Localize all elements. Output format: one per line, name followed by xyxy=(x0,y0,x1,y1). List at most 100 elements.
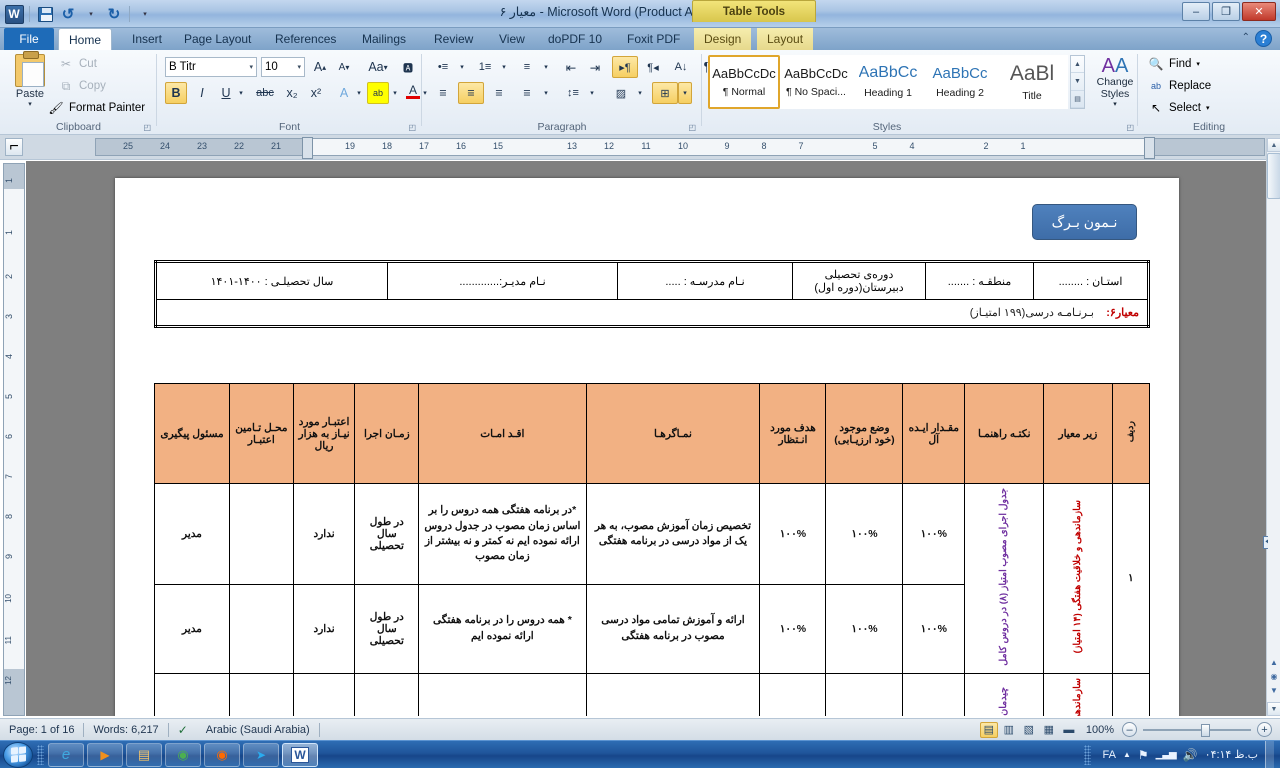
change-case-button[interactable]: Aa ▾ xyxy=(363,56,393,78)
scrollbar-thumb[interactable] xyxy=(1267,153,1280,199)
sort-button[interactable]: A↓ xyxy=(670,56,692,78)
align-left-button[interactable]: ≡ xyxy=(430,82,456,104)
bold-button[interactable]: B xyxy=(165,82,187,104)
line-spacing-button[interactable]: ↕≡ xyxy=(560,82,586,104)
show-hidden-icons-button[interactable]: ▲ xyxy=(1123,750,1131,759)
cell-sub-criterion[interactable]: سازماندهی و خلاقیت هفتگی (۱۴ امتیاز) xyxy=(1043,483,1113,674)
numbering-button[interactable]: 1≡ xyxy=(472,56,498,78)
tab-insert[interactable]: Insert xyxy=(122,28,172,50)
tab-view[interactable]: View xyxy=(489,28,535,50)
taskbar-folder[interactable]: ▤ xyxy=(126,742,162,767)
cell-indicator[interactable]: اختصاص زمان به دروس دارای تک زنگ در هر ه… xyxy=(585,672,761,716)
text-effects-dropdown[interactable]: ▾ xyxy=(353,82,365,104)
style-heading-1[interactable]: AaBbCc Heading 1 xyxy=(852,55,924,109)
cell-action[interactable]: *در برنامه هفتگی دروس دارای تک زنگ را من… xyxy=(418,672,587,716)
tab-design[interactable]: Design xyxy=(694,28,752,50)
taskbar-word[interactable]: W xyxy=(282,742,318,767)
view-draft-button[interactable]: ▬ xyxy=(1060,722,1078,738)
signal-bars-icon[interactable]: ▁▃▅ xyxy=(1156,749,1177,760)
cell-responsible[interactable]: مدیر xyxy=(154,672,230,716)
taskbar-firefox[interactable]: ◉ xyxy=(204,742,240,767)
help-button[interactable]: ? xyxy=(1255,30,1272,47)
view-web-layout-button[interactable]: ▧ xyxy=(1020,722,1038,738)
cut-button[interactable]: ✂ Cut xyxy=(58,56,97,72)
zoom-in-button[interactable]: + xyxy=(1257,722,1272,737)
align-right-button[interactable]: ≡ xyxy=(486,82,512,104)
multilevel-list-button[interactable]: ≡ xyxy=(514,56,540,78)
cell-indicator[interactable]: ارائه و آموزش تمامی مواد درسی مصوب در بر… xyxy=(585,583,761,674)
cell-academic-year[interactable]: سال تحصیلـی : ۱۴۰۰-۱۴۰۱ xyxy=(155,261,388,300)
cell-action[interactable]: * همه دروس را در برنامه هفتگی ارائه نمود… xyxy=(418,583,587,674)
cell-target[interactable]: ۱۰۰% xyxy=(759,483,827,585)
view-outline-button[interactable]: ▦ xyxy=(1040,722,1058,738)
style-title[interactable]: AaBl Title xyxy=(996,55,1068,109)
styles-dialog-launcher[interactable]: ◰ xyxy=(1126,123,1134,132)
language-indicator[interactable]: Arabic (Saudi Arabia) xyxy=(197,721,319,739)
horizontal-ruler[interactable]: ⌐ 25 24 23 22 21 19 18 17 16 15 13 12 11… xyxy=(0,135,1280,160)
bullets-button[interactable]: •≡ xyxy=(430,56,456,78)
taskbar-media-player[interactable]: ▶ xyxy=(87,742,123,767)
clipboard-dialog-launcher[interactable]: ◰ xyxy=(143,123,151,132)
taskbar-chrome[interactable]: ◉ xyxy=(165,742,201,767)
scroll-up-button[interactable]: ▲ xyxy=(1267,138,1280,152)
cell-radif[interactable]: ۲ xyxy=(1111,672,1151,716)
zoom-slider-thumb[interactable] xyxy=(1201,723,1210,737)
tab-mailings[interactable]: Mailings xyxy=(352,28,416,50)
borders-button[interactable]: ⊞ xyxy=(652,82,678,104)
cell-ideal[interactable]: ۱۰۰% xyxy=(902,672,966,716)
change-styles-button[interactable]: AA Change Styles ▾ xyxy=(1092,56,1138,108)
show-desktop-button[interactable] xyxy=(1265,740,1274,768)
styles-more-button[interactable]: ▤ xyxy=(1071,91,1084,108)
decrease-indent-button[interactable]: ⇤ xyxy=(560,56,582,78)
cell-responsible[interactable]: مدیر xyxy=(154,483,230,585)
highlight-dropdown[interactable]: ▾ xyxy=(389,82,401,104)
view-print-layout-button[interactable]: ▤ xyxy=(979,721,998,738)
rtl-text-direction-button[interactable]: ¶◂ xyxy=(640,56,666,78)
paragraph-dialog-launcher[interactable]: ◰ xyxy=(688,123,696,132)
subscript-button[interactable]: x₂ xyxy=(281,82,303,104)
font-size-combo[interactable]: 10 ▾ xyxy=(261,57,305,77)
cell-budget[interactable]: ندارد xyxy=(292,672,356,716)
shrink-font-button[interactable]: A ▾ xyxy=(333,56,355,78)
vertical-scrollbar[interactable]: ▲ ▲ ◉ ▼ ▼ xyxy=(1266,138,1280,716)
cell-budget[interactable]: ندارد xyxy=(292,583,356,674)
table-move-handle[interactable]: ✥ xyxy=(1263,536,1268,549)
tray-grip[interactable] xyxy=(1084,744,1092,765)
left-indent-marker[interactable] xyxy=(302,137,313,159)
cell-indicator[interactable]: تخصیص زمان آموزش مصوب، به هر یک از مواد … xyxy=(585,483,761,585)
increase-indent-button[interactable]: ⇥ xyxy=(584,56,606,78)
italic-button[interactable]: I xyxy=(191,82,213,104)
ltr-text-direction-button[interactable]: ▸¶ xyxy=(612,56,638,78)
style-normal[interactable]: AaBbCcDc ¶ Normal xyxy=(708,55,780,109)
cell-target[interactable]: ۱۰۰% xyxy=(759,672,827,716)
page-indicator[interactable]: Page: 1 of 16 xyxy=(0,721,83,739)
scroll-down-button[interactable]: ▼ xyxy=(1267,702,1280,716)
cell-responsible[interactable]: مدیر xyxy=(154,583,230,674)
zoom-out-button[interactable]: – xyxy=(1122,722,1137,737)
taskbar-internet-explorer[interactable]: e xyxy=(48,742,84,767)
underline-dropdown[interactable]: ▾ xyxy=(235,82,247,104)
cell-budget[interactable]: ندارد xyxy=(292,483,356,585)
grow-font-button[interactable]: A ▴ xyxy=(309,56,331,78)
replace-button[interactable]: ab Replace xyxy=(1148,78,1211,94)
shading-dropdown[interactable]: ▾ xyxy=(634,82,646,104)
styles-scroll-up-button[interactable]: ▲ xyxy=(1071,56,1084,74)
cell-funding[interactable] xyxy=(228,583,294,674)
clear-formatting-button[interactable]: 🅰 xyxy=(397,56,419,78)
justify-button[interactable]: ≡ xyxy=(514,82,540,104)
text-effects-button[interactable]: A xyxy=(333,82,355,104)
tab-page-layout[interactable]: Page Layout xyxy=(174,28,261,50)
cell-current[interactable]: ۱۰۰% xyxy=(825,672,904,716)
cell-sub-criterion[interactable]: سازماندهی و خلاقیت (۱۴ امتیاز) xyxy=(1043,672,1113,716)
cell-time[interactable]: در طول سال تحصیلی xyxy=(354,672,420,716)
tab-references[interactable]: References xyxy=(265,28,346,50)
style-heading-2[interactable]: AaBbCc Heading 2 xyxy=(924,55,996,109)
previous-page-button[interactable]: ▲ xyxy=(1267,655,1280,669)
restore-button[interactable]: ❐ xyxy=(1212,2,1240,21)
borders-dropdown[interactable]: ▾ xyxy=(678,82,692,104)
shading-button[interactable]: ▨ xyxy=(608,82,634,104)
cell-funding[interactable] xyxy=(228,672,294,716)
superscript-button[interactable]: x² xyxy=(305,82,327,104)
tab-review[interactable]: Review xyxy=(424,28,483,50)
cell-level[interactable]: دوره‌ی تحصیلی دبیرستان(دوره اول) xyxy=(792,261,926,300)
